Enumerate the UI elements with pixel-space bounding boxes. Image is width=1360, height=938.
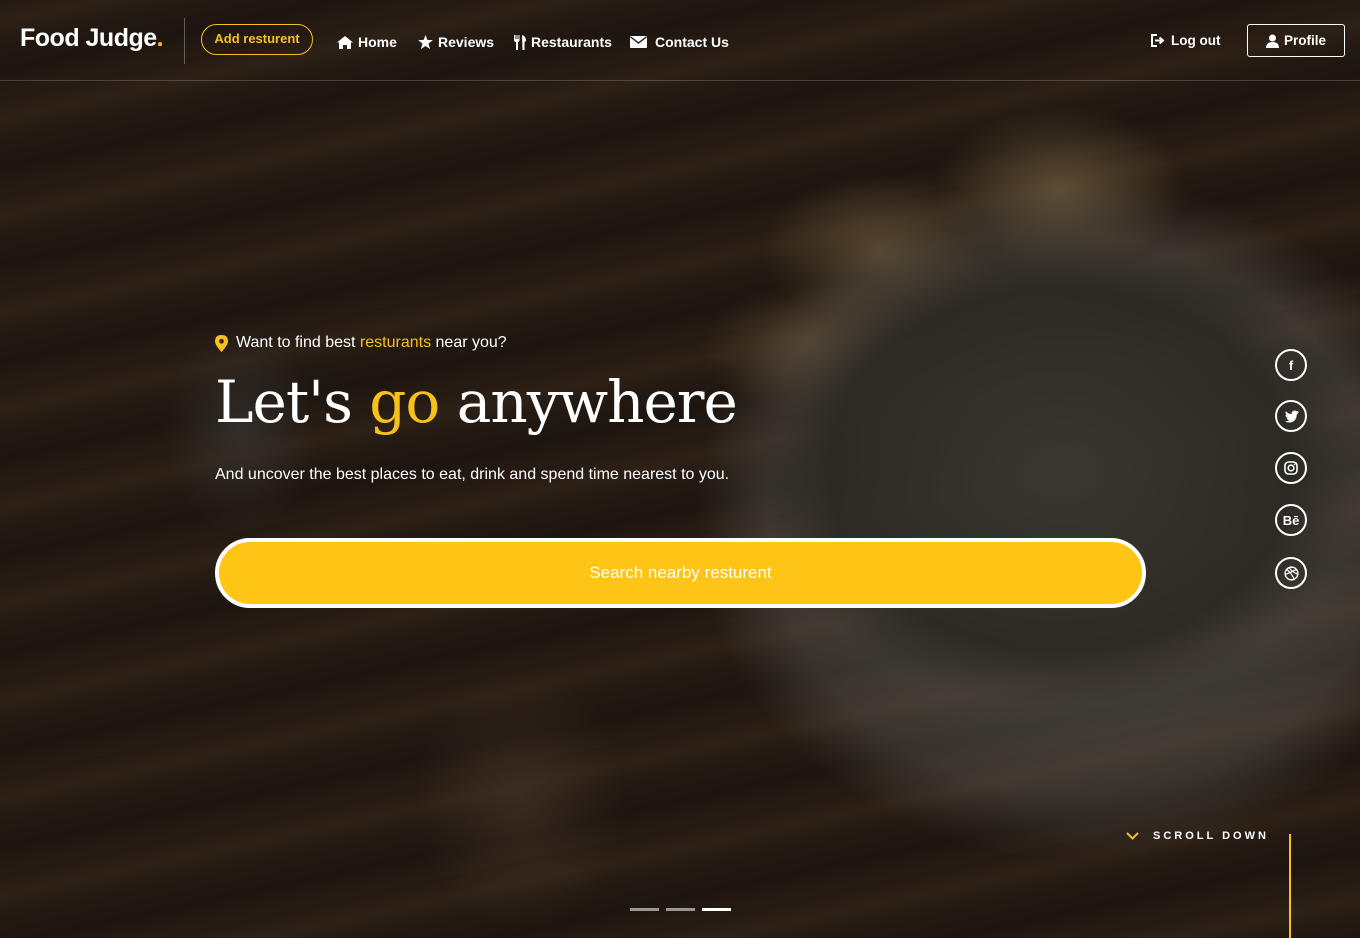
top-navbar: Food Judge. Add resturent Home Reviews R… — [0, 0, 1360, 81]
nav-link-contact[interactable]: Contact Us — [630, 34, 729, 50]
profile-button[interactable]: Profile — [1247, 24, 1345, 57]
twitter-icon[interactable] — [1275, 400, 1307, 432]
scroll-down-link[interactable]: SCROLL DOWN — [1126, 830, 1269, 842]
user-icon — [1265, 34, 1279, 48]
instagram-icon[interactable] — [1275, 452, 1307, 484]
home-icon — [337, 35, 353, 49]
slide-indicator-1[interactable] — [630, 908, 659, 911]
dribbble-icon[interactable] — [1275, 557, 1307, 589]
envelope-icon — [630, 36, 647, 48]
behance-icon[interactable]: Bē — [1275, 504, 1307, 536]
sign-out-icon — [1151, 34, 1165, 47]
slider-pagination — [630, 908, 731, 911]
star-icon — [418, 35, 433, 49]
scroll-indicator-line — [1289, 834, 1291, 938]
slide-indicator-2[interactable] — [666, 908, 695, 911]
twitter-bird-glyph — [1284, 409, 1299, 422]
dribbble-glyph — [1283, 565, 1299, 581]
slide-indicator-3[interactable] — [702, 908, 731, 911]
nav-divider — [184, 18, 185, 64]
chevron-down-icon — [1126, 832, 1139, 840]
add-restaurant-button[interactable]: Add resturent — [201, 24, 313, 55]
site-logo[interactable]: Food Judge. — [20, 24, 164, 53]
nav-link-restaurants[interactable]: Restaurants — [514, 34, 612, 50]
hero-subtitle: And uncover the best places to eat, drin… — [215, 466, 730, 483]
nav-link-reviews[interactable]: Reviews — [418, 34, 494, 50]
facebook-icon[interactable]: f — [1275, 349, 1307, 381]
nav-link-home[interactable]: Home — [337, 34, 397, 50]
hero-title: Let's go anywhere — [215, 368, 738, 436]
map-marker-icon — [215, 334, 228, 352]
cutlery-icon — [514, 34, 526, 50]
hero-tagline: Want to find best resturants near you? — [215, 334, 507, 352]
logout-link[interactable]: Log out — [1151, 33, 1220, 48]
search-nearby-button[interactable]: Search nearby resturent — [215, 538, 1146, 608]
instagram-glyph — [1284, 461, 1298, 475]
